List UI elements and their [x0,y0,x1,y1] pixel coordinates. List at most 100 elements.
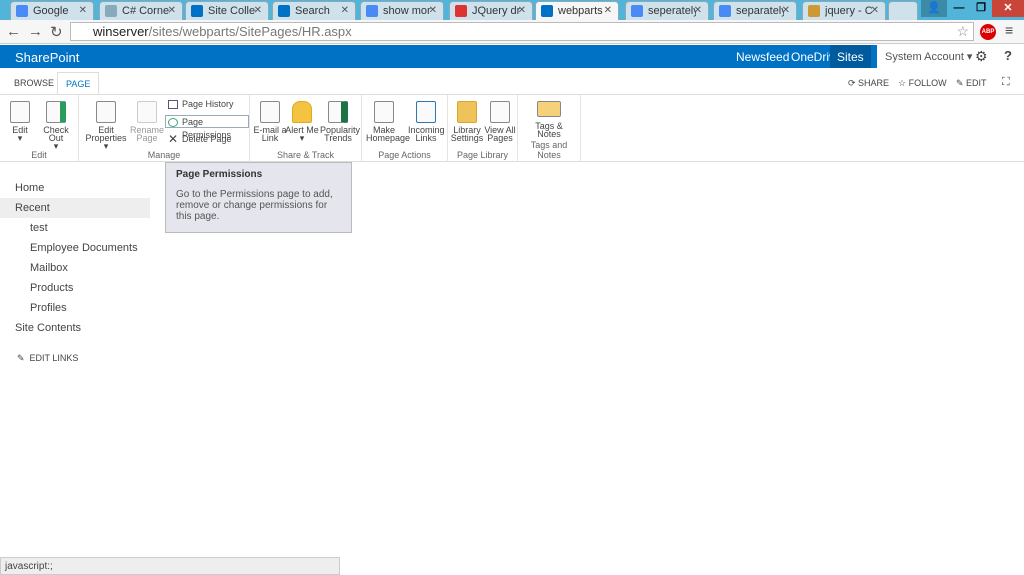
tags-notes-button[interactable]: Tags & Notes [531,101,567,139]
edit-links-button[interactable]: ✎ EDIT LINKS [0,348,150,368]
address-bar-row: ← → ↻ winserver/sites/webparts/SitePages… [0,20,1024,44]
edit-properties-button[interactable]: Edit Properties ▾ [83,101,129,151]
close-tab-icon[interactable]: ✕ [168,5,176,16]
tab-title: JQuery drop [472,5,520,17]
follow-button[interactable]: ☆ FOLLOW [898,78,947,89]
browser-tab[interactable]: C# Corner -✕ [99,1,183,20]
follow-label: FOLLOW [908,78,947,88]
nav-employee-documents[interactable]: Employee Documents [0,238,150,258]
tab-page[interactable]: PAGE [57,72,100,95]
close-tab-icon[interactable]: ✕ [254,5,262,16]
tab-title: Search [295,5,330,17]
group-tags-notes: Tags & Notes Tags and Notes [518,95,581,162]
nav-home[interactable]: Home [0,178,150,198]
close-tab-icon[interactable]: ✕ [604,5,612,16]
excel-icon [328,101,348,123]
nav-test[interactable]: test [0,218,150,238]
brand[interactable]: SharePoint [15,50,79,65]
delete-page-button[interactable]: ✕ Delete Page [166,133,232,146]
google-icon [719,5,731,17]
close-window-button[interactable]: ✕ [992,0,1024,17]
forward-icon[interactable]: → [28,23,43,40]
close-tab-icon[interactable]: ✕ [871,5,879,16]
account-menu[interactable]: System Account ▾ [877,45,1024,68]
as-icon [455,5,467,17]
page-permissions-button[interactable]: Page Permissions [165,115,249,140]
alert-me-button[interactable]: Alert Me ▾ [284,101,320,143]
help-icon[interactable]: ? [1004,48,1012,63]
nav-recent[interactable]: Recent [0,198,150,218]
close-tab-icon[interactable]: ✕ [79,5,87,16]
tab-browse[interactable]: BROWSE [6,72,62,95]
user-button[interactable]: 👤 [921,0,947,17]
bookmark-star-icon[interactable]: ☆ [956,23,969,40]
sharepoint-icon [541,5,553,17]
close-tab-icon[interactable]: ✕ [694,5,702,16]
page-history-button[interactable]: Page History [166,98,234,111]
make-homepage-button[interactable]: Make Homepage [366,101,410,143]
close-tab-icon[interactable]: ✕ [782,5,790,16]
browser-tab[interactable]: separately l✕ [713,1,797,20]
check-out-button[interactable]: Check Out ▾ [36,101,76,151]
nav-mailbox[interactable]: Mailbox [0,258,150,278]
browser-tab[interactable]: seperately l✕ [625,1,709,20]
url-input[interactable]: winserver/sites/webparts/SitePages/HR.as… [70,22,974,41]
browser-tab[interactable]: show montl✕ [360,1,444,20]
menu-icon[interactable]: ≡ [1005,22,1013,38]
tab-title: C# Corner - [122,5,170,17]
close-tab-icon[interactable]: ✕ [518,5,526,16]
minimize-button[interactable]: — [948,0,970,17]
edit-button[interactable]: ✎ EDIT [956,78,987,89]
group-label: Share & Track [276,150,335,160]
nav-products[interactable]: Products [0,278,150,298]
maximize-button[interactable]: ❐ [970,0,992,17]
google-icon [366,5,378,17]
share-button[interactable]: ⟳ SHARE [848,78,889,89]
page-permissions-icon [168,118,178,127]
browser-tab[interactable]: Google ✕ [10,1,94,20]
browser-tab[interactable]: Site Collecti✕ [185,1,269,20]
back-icon[interactable]: ← [6,23,21,40]
suite-bar: SharePoint Newsfeed OneDrive Sites Syste… [0,45,1024,68]
focus-icon[interactable]: ⛶ [1002,76,1010,89]
group-label: Edit [31,150,47,160]
browser-tab[interactable]: JQuery drop✕ [449,1,533,20]
browser-tab[interactable]: jquery - Cre✕ [802,1,886,20]
group-page-actions: Make Homepage Incoming Links Page Action… [362,95,448,162]
settings-icon[interactable]: ⚙ [975,48,988,65]
suite-link-newsfeed[interactable]: Newsfeed [736,50,789,64]
adblock-icon[interactable]: ABP [980,24,996,40]
nav-site-contents[interactable]: Site Contents [0,318,150,338]
browser-tab[interactable]: webparts - ✕ [535,1,619,20]
edit-page-button[interactable]: Edit ▾ [2,101,38,143]
rename-page-button[interactable]: Rename Page [129,101,165,143]
group-page-library: Library Settings View All Pages Page Lib… [448,95,518,162]
link-search-icon [416,101,436,123]
tab-title: jquery - Cre [825,5,873,17]
library-settings-button[interactable]: Library Settings [449,101,485,143]
tooltip-title: Page Permissions [176,169,263,180]
reload-icon[interactable]: ↻ [50,23,63,41]
ribbon-tabs: BROWSE PAGE ⟳ SHARE ☆ FOLLOW ✎ EDIT ⛶ [0,72,1024,95]
browser-tab[interactable]: Search ✕ [272,1,356,20]
email-link-button[interactable]: E-mail a Link [252,101,288,143]
close-tab-icon[interactable]: ✕ [429,5,437,16]
close-tab-icon[interactable]: ✕ [341,5,349,16]
tab-title: Google [33,5,69,17]
delete-icon: ✕ [168,132,179,146]
url-host: winserver [93,24,149,39]
view-all-pages-button[interactable]: View All Pages [482,101,518,143]
sharepoint-icon [191,5,203,17]
sharepoint-icon [278,5,290,17]
group-label: Page Library [456,150,509,160]
tab-title: separately l [736,5,784,17]
tooltip-page-permissions: Page Permissions Go to the Permissions p… [165,162,352,233]
tab-title: show montl [383,5,431,17]
suite-link-sites[interactable]: Sites [830,45,871,68]
folder-gear-icon [457,101,477,123]
rename-page-icon [137,101,157,123]
incoming-links-button[interactable]: Incoming Links [408,101,445,143]
new-tab-button[interactable] [888,1,918,20]
nav-profiles[interactable]: Profiles [0,298,150,318]
popularity-trends-button[interactable]: Popularity Trends [320,101,360,143]
